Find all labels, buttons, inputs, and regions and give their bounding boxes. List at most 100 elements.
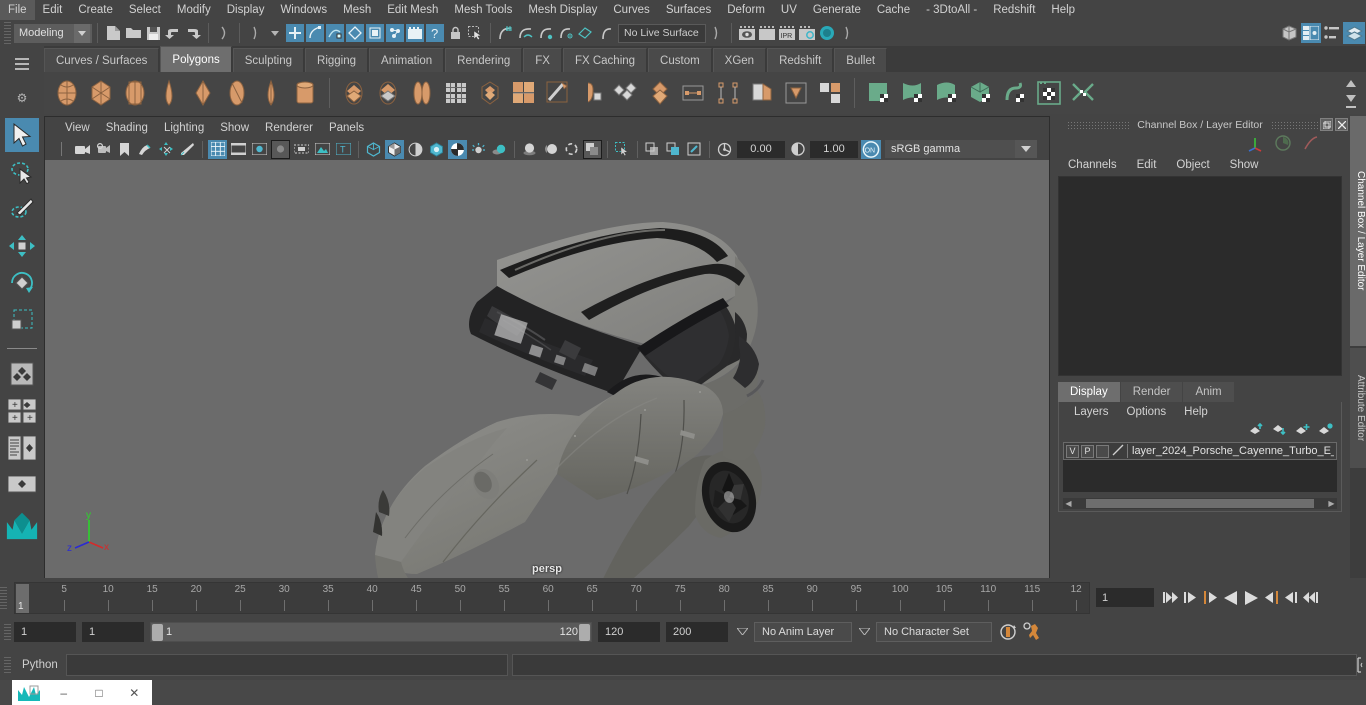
select-by-dynamics-icon[interactable]	[366, 24, 384, 42]
selection-mask-arrow-icon[interactable]	[215, 24, 233, 42]
animation-start-field[interactable]: 1	[14, 622, 76, 642]
move-layer-down-icon[interactable]	[1272, 423, 1287, 439]
xray-joints-icon[interactable]	[664, 140, 683, 159]
save-scene-icon[interactable]	[144, 24, 162, 42]
render-current-frame-icon[interactable]	[738, 24, 756, 42]
layer-menu-layers[interactable]: Layers	[1065, 406, 1118, 418]
snap-to-point-icon[interactable]	[537, 24, 555, 42]
range-slider-grip[interactable]	[4, 624, 11, 640]
shelf-tab-animation[interactable]: Animation	[369, 48, 444, 72]
step-back-frame-icon[interactable]	[1202, 588, 1220, 608]
layer-playback-toggle[interactable]: P	[1081, 445, 1094, 458]
panel-grip-icon[interactable]	[52, 140, 71, 159]
snap-to-projected-center-icon[interactable]	[557, 24, 575, 42]
shelf-scroll-arrows[interactable]	[1344, 78, 1360, 116]
image-plane-icon[interactable]	[136, 140, 155, 159]
toggle-tool-settings-icon[interactable]	[1323, 24, 1341, 42]
menu-cache[interactable]: Cache	[869, 0, 918, 20]
toggle-hud-text-icon[interactable]: T	[334, 140, 353, 159]
layer-visibility-toggle[interactable]: V	[1066, 445, 1079, 458]
layer-tab-display[interactable]: Display	[1058, 382, 1120, 402]
shelf-tab-xgen[interactable]: XGen	[713, 48, 766, 72]
poly-merge-icon[interactable]	[645, 77, 675, 109]
ipr-render-icon[interactable]: IPR	[778, 24, 796, 42]
move-tool-icon[interactable]	[5, 229, 39, 263]
menu-edit-mesh[interactable]: Edit Mesh	[379, 0, 446, 20]
auto-keyframe-toggle-icon[interactable]	[997, 621, 1019, 643]
lasso-select-tool-icon[interactable]	[5, 155, 39, 189]
depth-of-field-icon[interactable]	[583, 140, 602, 159]
animation-preferences-icon[interactable]	[1021, 621, 1045, 643]
three-d-viewport[interactable]: y x z persp	[45, 160, 1049, 578]
poly-wedge-icon[interactable]	[747, 77, 777, 109]
layer-color-swatch-icon[interactable]	[1111, 443, 1127, 460]
menu-mesh-tools[interactable]: Mesh Tools	[446, 0, 520, 20]
exposure-control-icon[interactable]	[292, 140, 311, 159]
vtab-attribute-editor[interactable]: Attribute Editor	[1350, 348, 1366, 468]
uv-automatic-map-icon[interactable]	[966, 77, 996, 109]
shelf-tab-fx[interactable]: FX	[523, 48, 562, 72]
menu-deform[interactable]: Deform	[719, 0, 773, 20]
menu-create[interactable]: Create	[70, 0, 121, 20]
select-by-hierarchy-icon[interactable]	[246, 24, 264, 42]
uv-unfold-icon[interactable]	[1000, 77, 1030, 109]
menu-file[interactable]: File	[0, 0, 35, 20]
toggle-attribute-editor-icon[interactable]	[1301, 23, 1321, 43]
layout-outliner-persp-icon[interactable]	[5, 431, 39, 465]
toggle-film-gate-icon[interactable]	[229, 140, 248, 159]
snap-to-curve-icon[interactable]	[517, 24, 535, 42]
poly-prism-icon[interactable]	[290, 77, 320, 109]
shading-flat-icon[interactable]	[406, 140, 425, 159]
panel-undock-icon[interactable]	[1320, 118, 1333, 131]
step-back-keyframe-icon[interactable]	[1182, 588, 1200, 608]
channel-box-list[interactable]	[1058, 176, 1342, 376]
view-exposure-icon[interactable]	[715, 140, 734, 159]
anim-layer-chevron-down-icon[interactable]	[734, 627, 750, 637]
snap-to-grid-icon[interactable]	[497, 24, 515, 42]
select-by-misc-icon[interactable]	[406, 24, 424, 42]
shelf-tab-rigging[interactable]: Rigging	[305, 48, 368, 72]
poly-plane-icon[interactable]	[222, 77, 252, 109]
play-backwards-icon[interactable]	[1222, 588, 1240, 608]
step-forward-frame-icon[interactable]	[1262, 588, 1280, 608]
grease-pencil-icon[interactable]	[178, 140, 197, 159]
view-gamma-icon[interactable]	[788, 140, 807, 159]
menu-curves[interactable]: Curves	[605, 0, 657, 20]
poly-extrude-icon[interactable]	[475, 77, 505, 109]
shelf-tab-fx-caching[interactable]: FX Caching	[563, 48, 647, 72]
isolate-select-icon[interactable]	[613, 140, 632, 159]
menu-mesh-display[interactable]: Mesh Display	[520, 0, 605, 20]
hypershade-toggle-icon[interactable]	[818, 24, 836, 42]
uv-editor-icon[interactable]	[1034, 77, 1064, 109]
poly-insert-edge-loop-icon[interactable]	[577, 77, 607, 109]
viewport-menu-show[interactable]: Show	[212, 122, 257, 134]
layer-menu-options[interactable]: Options	[1118, 406, 1176, 418]
select-by-deformation-icon[interactable]	[346, 24, 364, 42]
toggle-gate-mask-icon[interactable]	[271, 140, 290, 159]
vtab-channel-box-layer-editor[interactable]: Channel Box / Layer Editor	[1350, 116, 1366, 346]
animation-end-field[interactable]: 200	[666, 622, 728, 642]
close-button[interactable]: ✕	[117, 686, 152, 700]
select-by-curve-icon[interactable]	[306, 24, 324, 42]
toggle-grid-icon[interactable]	[208, 140, 227, 159]
menu-redshift[interactable]: Redshift	[985, 0, 1043, 20]
command-input[interactable]	[66, 654, 508, 676]
anim-layer-selector[interactable]: No Anim Layer	[754, 622, 852, 642]
shelf-tab-curves-surfaces[interactable]: Curves / Surfaces	[44, 48, 159, 72]
uv-cylindrical-map-icon[interactable]	[898, 77, 928, 109]
layer-tab-render[interactable]: Render	[1121, 382, 1183, 402]
poly-duplicate-face-icon[interactable]	[781, 77, 811, 109]
color-profile-chevron-down-icon[interactable]	[1015, 140, 1037, 158]
color-profile-selector[interactable]: sRGB gamma	[885, 140, 1015, 158]
shelf-tab-rendering[interactable]: Rendering	[445, 48, 522, 72]
scroll-left-arrow-icon[interactable]: ◀	[1063, 499, 1074, 508]
move-layer-up-icon[interactable]	[1249, 423, 1264, 439]
menu-modify[interactable]: Modify	[169, 0, 219, 20]
snap-to-view-plane-icon[interactable]	[577, 24, 595, 42]
status-collapse-arrow-1-icon[interactable]	[707, 24, 725, 42]
menu-mesh[interactable]: Mesh	[335, 0, 379, 20]
toggle-resolution-gate-icon[interactable]	[250, 140, 269, 159]
make-live-icon[interactable]	[597, 24, 615, 42]
mask-dropdown-icon[interactable]	[266, 24, 284, 42]
toggle-image-plane-icon[interactable]	[313, 140, 332, 159]
